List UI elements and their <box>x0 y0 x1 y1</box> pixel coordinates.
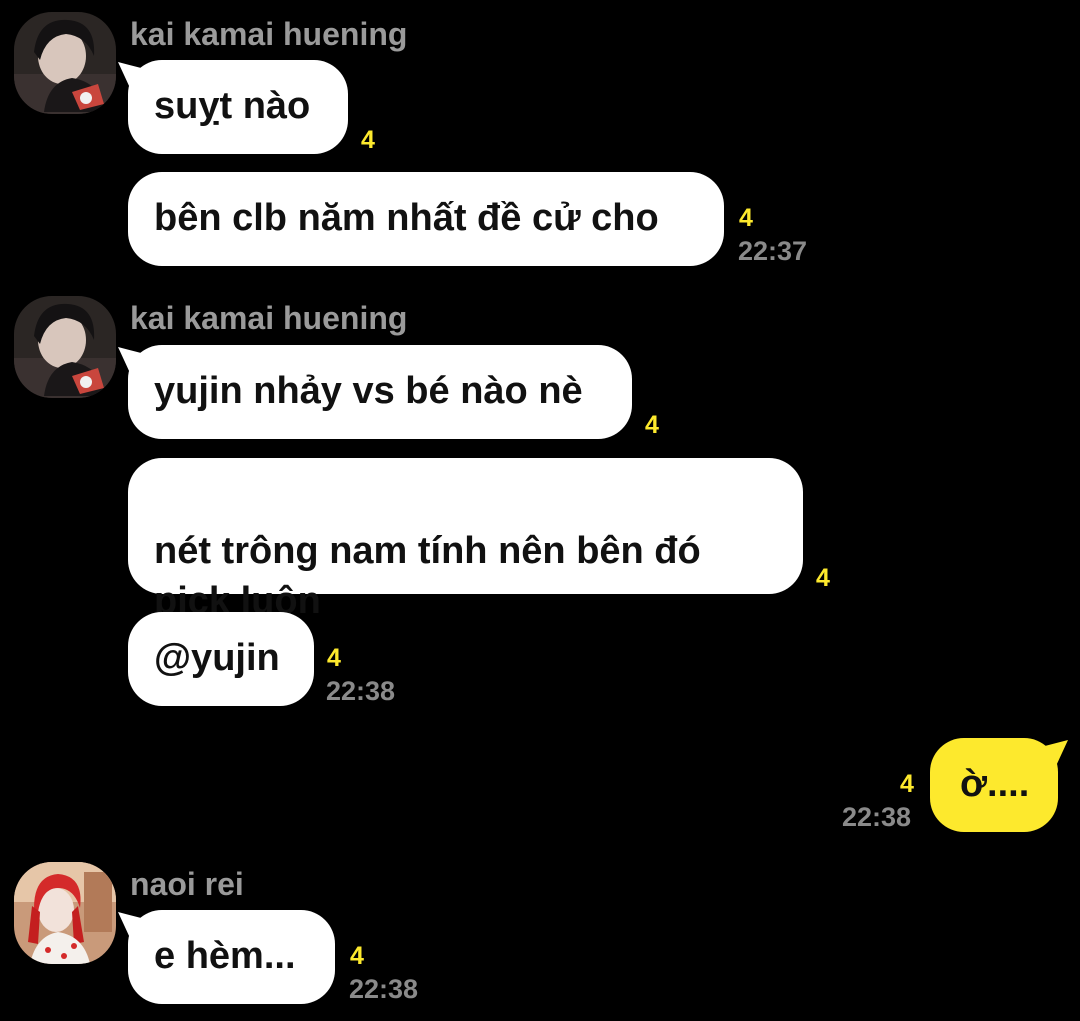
message-time: 22:38 <box>326 676 396 706</box>
message-time: 22:37 <box>738 236 808 266</box>
unread-count: 4 <box>327 644 341 672</box>
unread-count: 4 <box>816 564 830 592</box>
message-bubble[interactable]: @yujin <box>128 612 314 706</box>
unread-count: 4 <box>900 770 914 798</box>
message-text: ờ.... <box>960 763 1030 805</box>
message-bubble[interactable]: e hèm... <box>128 910 335 1004</box>
message-text: nét trông nam tính nên bên đó pick luôn <box>154 530 701 622</box>
message-bubble[interactable]: yujin nhảy vs bé nào nè <box>128 345 632 439</box>
unread-count: 4 <box>645 411 659 439</box>
unread-count: 4 <box>361 126 375 154</box>
message-bubble[interactable]: bên clb năm nhất đề cử cho <box>128 172 724 266</box>
message-text: bên clb năm nhất đề cử cho <box>154 197 659 239</box>
sender-name: kai kamai huening <box>130 300 408 336</box>
message-bubble[interactable]: suỵt nào <box>128 60 348 154</box>
message-bubble[interactable]: nét trông nam tính nên bên đó pick luôn <box>128 458 803 622</box>
avatar-kai[interactable] <box>14 296 116 398</box>
avatar-kai[interactable] <box>14 12 116 114</box>
avatar-rei[interactable] <box>14 862 116 964</box>
unread-count: 4 <box>739 204 753 232</box>
message-time: 22:38 <box>349 974 419 1004</box>
my-message-bubble[interactable]: ờ.... <box>930 738 1058 832</box>
message-time: 22:38 <box>842 802 912 832</box>
sender-name: naoi rei <box>130 866 244 902</box>
sender-name: kai kamai huening <box>130 16 408 52</box>
message-text: e hèm... <box>154 935 296 977</box>
unread-count: 4 <box>350 942 364 970</box>
message-text: yujin nhảy vs bé nào nè <box>154 370 583 412</box>
message-text: suỵt nào <box>154 85 311 127</box>
message-text: @yujin <box>154 637 280 679</box>
